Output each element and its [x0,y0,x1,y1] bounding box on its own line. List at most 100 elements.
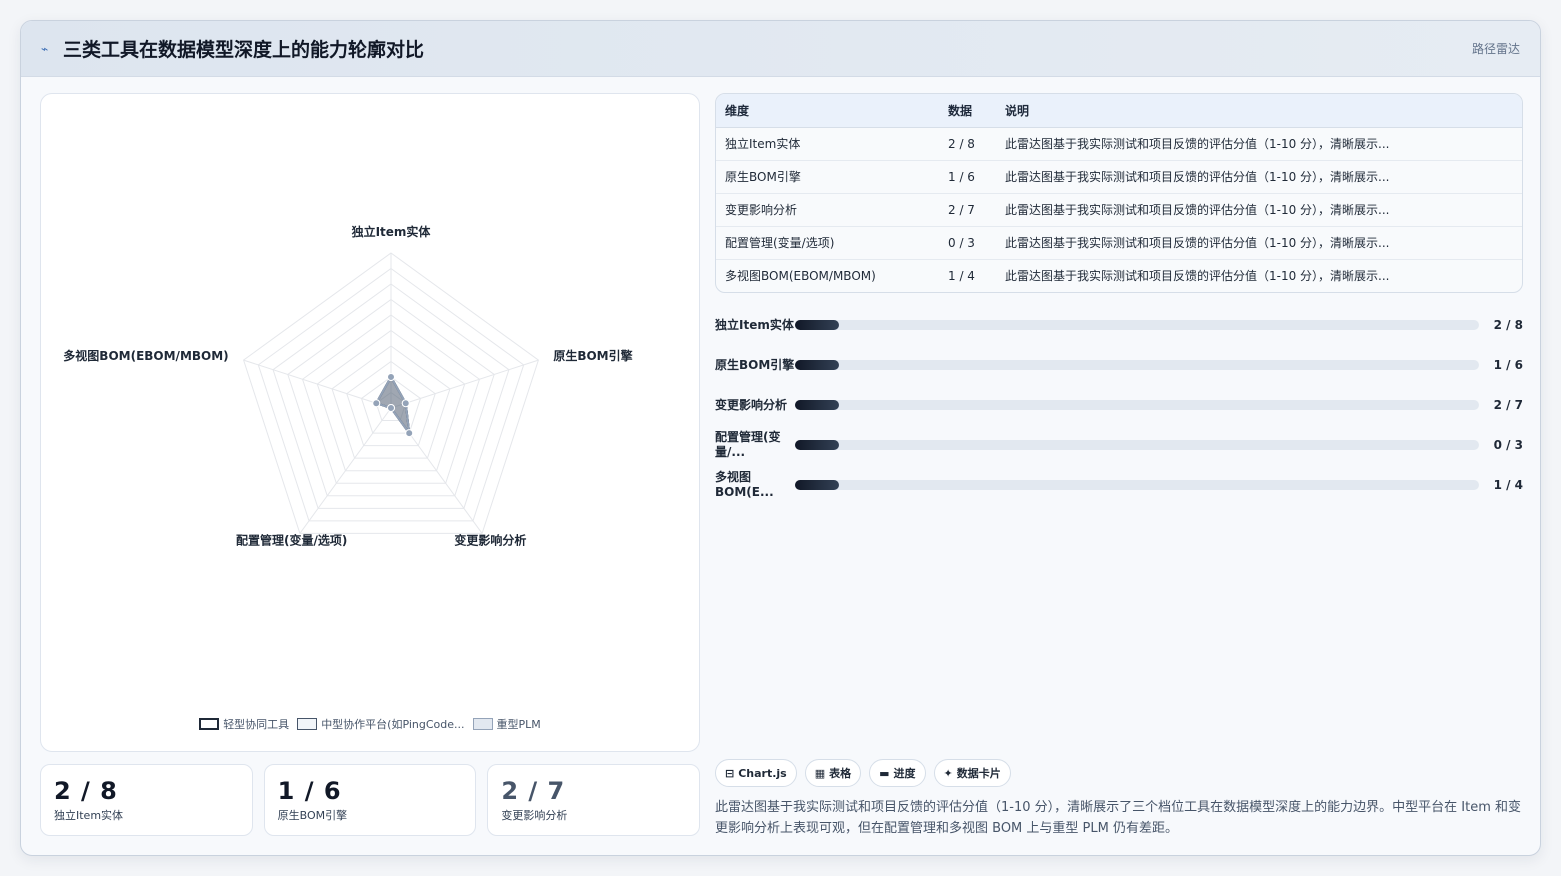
app-window: ⌁ 三类工具在数据模型深度上的能力轮廓对比 路径雷达 独立Item实体 原生BOM… [20,20,1541,856]
progress-track [795,440,1479,450]
legend-item[interactable]: 中型协作平台(如PingCode... [297,716,465,732]
table-cell: 此雷达图基于我实际测试和项目反馈的评估分值（1-10 分），清晰展示... [1005,269,1390,284]
progress-label: 原生BOM引擎 [715,357,795,372]
view-chips: ⊟ Chart.js ▦ 表格 ▬ 进度 ✦ 数据卡片 [715,759,1011,787]
progress-value: 0 / 3 [1493,438,1523,452]
stat-label: 原生BOM引擎 [277,809,348,822]
table-cell: 此雷达图基于我实际测试和项目反馈的评估分值（1-10 分），清晰展示... [996,127,1522,161]
table-row: 配置管理(变量/选项) 0 / 3 此雷达图基于我实际测试和项目反馈的评估分值（… [716,226,1522,260]
progress-track [795,360,1479,370]
progress-fill [795,480,839,490]
stat-card: 2 / 7 变更影响分析 [487,764,701,836]
stat-card: 2 / 8 独立Item实体 [40,764,253,836]
progress-label: 独立Item实体 [715,317,794,332]
column-header: 维度 [716,94,939,128]
stat-card: 1 / 6 原生BOM引擎 [263,764,477,836]
data-table-card: 维度 数据 说明 独立Item实体 2 / 8 此雷达图基于我实际测试和项目反馈… [715,93,1523,293]
column-header: 数据 [939,94,996,128]
table-row: 原生BOM引擎 1 / 6 此雷达图基于我实际测试和项目反馈的评估分值（1-10… [716,160,1522,194]
table-cell: 此雷达图基于我实际测试和项目反馈的评估分值（1-10 分），清晰展示... [996,193,1522,227]
chart-description: 此雷达图基于我实际测试和项目反馈的评估分值（1-10 分），清晰展示了三个档位工… [715,800,1521,836]
progress-row: 配置管理(变量/... 0 / 3 [715,425,1523,465]
radar-point [387,404,395,412]
route-icon: ⌁ [41,41,49,56]
progress-label: 多视图BOM(E... [715,470,774,499]
stat-value: 2 / 8 [54,777,118,805]
chip-label: 数据卡片 [956,767,1001,780]
radar-axis-label: 变更影响分析 [454,533,526,548]
column-header: 说明 [996,94,1522,128]
legend-swatch [472,718,493,730]
progress-fill [795,360,839,370]
table-header-row: 维度 数据 说明 [716,94,1522,128]
table-row: 独立Item实体 2 / 8 此雷达图基于我实际测试和项目反馈的评估分值（1-1… [716,127,1522,161]
stat-value: 1 / 6 [277,777,342,805]
radar-point [405,429,414,438]
page-title: 三类工具在数据模型深度上的能力轮廓对比 [63,39,425,61]
radar-axis-label: 配置管理(变量/选项) [236,533,347,548]
table-cell: 0 / 3 [939,226,996,260]
legend-label: 中型协作平台(如PingCode... [321,718,465,731]
radar-chart-card: 独立Item实体原生BOM引擎变更影响分析 配置管理(变量/选项) 多视图BOM(E… [40,93,700,752]
legend-swatch [297,718,318,730]
stat-label: 变更影响分析 [501,809,568,822]
progress-value: 1 / 4 [1493,478,1523,492]
chip-label: 进度 [893,767,916,780]
radar-axis-label: 独立Item实体 [351,224,432,239]
progress-value: 1 / 6 [1493,358,1523,372]
progress-icon: ▬ [879,766,890,780]
progress-fill [795,400,839,410]
header-tag: 路径雷达 [1471,42,1520,56]
radar-point [372,399,381,408]
progress-row: 原生BOM引擎 1 / 6 [715,345,1523,385]
table-row: 多视图BOM(EBOM/MBOM) 1 / 4 此雷达图基于我实际测试和项目反馈… [716,259,1522,292]
header: ⌁ 三类工具在数据模型深度上的能力轮廓对比 路径雷达 [21,21,1540,77]
radar-spoke [243,359,392,409]
chip-label: Chart.js [738,766,787,780]
progress-row: 变更影响分析 2 / 7 [715,385,1523,425]
radar-axis-label: 多视图BOM(EBOM/MBOM) [63,348,228,363]
table-cell: 2 / 8 [939,127,996,161]
table-cell: 多视图BOM(EBOM/MBOM) [725,269,876,284]
progress-row: 多视图BOM(E... 1 / 4 [715,465,1523,505]
table-cell: 此雷达图基于我实际测试和项目反馈的评估分值（1-10 分），清晰展示... [996,160,1522,194]
progress-list: 独立Item实体 2 / 8 原生BOM引擎 1 / 6 变更影响分析 2 / … [715,305,1523,505]
chip-label: 表格 [829,767,852,780]
stat-value: 2 / 7 [501,777,566,805]
radar-point [401,399,410,408]
table-cell: 1 / 6 [939,160,996,194]
legend-label: 重型PLM [496,718,541,731]
stat-label: 独立Item实体 [54,809,124,822]
progress-row: 独立Item实体 2 / 8 [715,305,1523,345]
progress-value: 2 / 8 [1493,318,1523,332]
table-cell: 原生BOM引擎 [716,160,939,194]
table-row: 变更影响分析 2 / 7 此雷达图基于我实际测试和项目反馈的评估分值（1-10 … [716,193,1522,227]
radar-point [387,373,395,381]
legend-label: 轻型协同工具 [223,718,290,731]
chip-progress[interactable]: ▬ 进度 [869,759,926,787]
legend-item[interactable]: 重型PLM [472,716,541,732]
chart-legend: 轻型协同工具 中型协作平台(如PingCode... 重型PLM [41,716,699,732]
table-cell: 此雷达图基于我实际测试和项目反馈的评估分值（1-10 分），清晰展示... [996,226,1522,260]
table-cell: 1 / 4 [948,268,975,283]
table-cell: 变更影响分析 [716,193,939,227]
progress-fill [795,320,839,330]
radar-axis-label: 原生BOM引擎 [553,348,632,363]
sparkle-icon: ✦ [943,766,953,780]
table-cell: 独立Item实体 [716,127,939,161]
table-cell: 配置管理(变量/选项) [716,226,939,260]
chip-table[interactable]: ▦ 表格 [804,759,862,787]
progress-fill [795,440,839,450]
table-icon: ▦ [814,766,826,780]
radar-spoke [390,359,539,409]
chip-chartjs[interactable]: ⊟ Chart.js [715,759,797,787]
legend-item[interactable]: 轻型协同工具 [199,716,289,732]
progress-track [795,480,1479,490]
progress-track [795,320,1479,330]
legend-swatch [199,718,220,730]
chip-data-cards[interactable]: ✦ 数据卡片 [933,759,1011,787]
progress-value: 2 / 7 [1493,398,1523,412]
stat-cards: 2 / 8 独立Item实体 1 / 6 原生BOM引擎 2 / 7 变更影响分… [40,764,701,836]
table-cell: 2 / 7 [939,193,996,227]
progress-label: 配置管理(变量/... [715,430,781,459]
